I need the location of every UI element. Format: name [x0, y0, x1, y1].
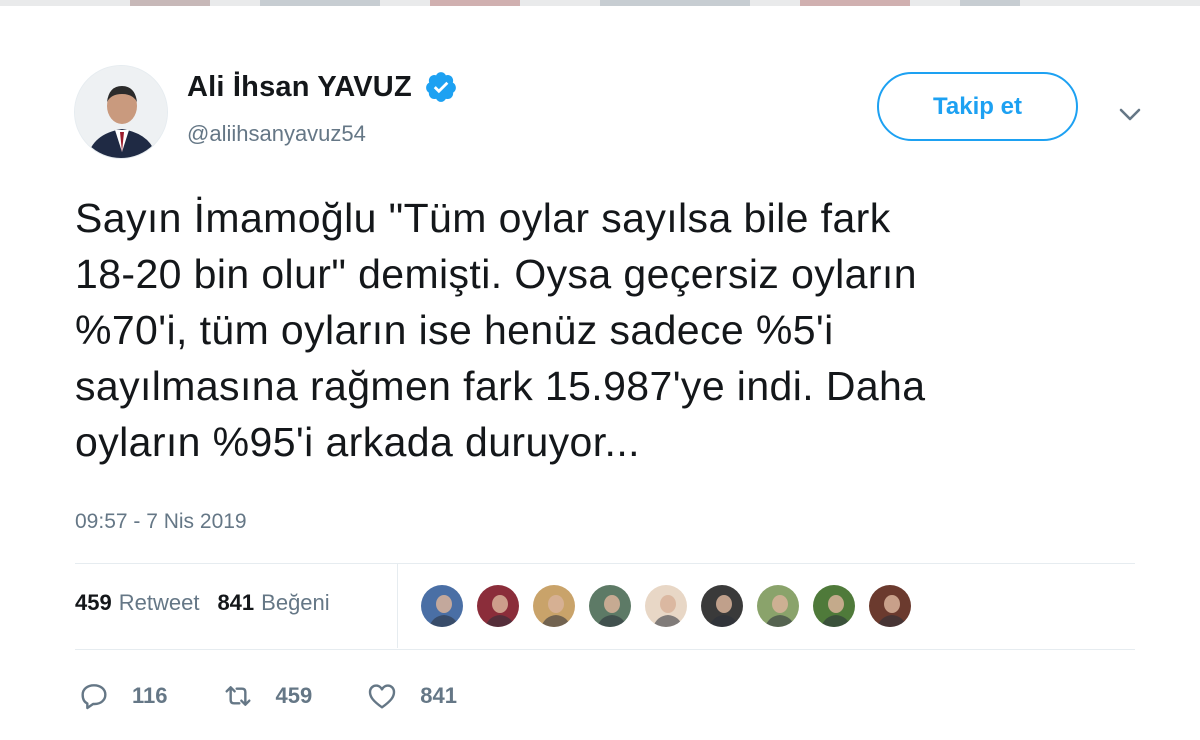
- like-count[interactable]: 841: [217, 590, 254, 616]
- reply-count: 116: [132, 683, 168, 708]
- divider: [75, 649, 1135, 650]
- tweet-timestamp[interactable]: 09:57 - 7 Nis 2019: [75, 510, 247, 534]
- tweet-text-line: 18-20 bin olur" demişti. Oysa geçersiz o…: [75, 251, 917, 297]
- profile-photo: [75, 66, 167, 158]
- top-strip-segment: [800, 0, 910, 6]
- tweet-actions: 116 459 841: [78, 680, 511, 712]
- liker-avatar[interactable]: [419, 583, 465, 629]
- liker-avatar[interactable]: [531, 583, 577, 629]
- engagement-stats: 459 Retweet 841 Beğeni: [75, 590, 330, 616]
- liker-photo: [645, 585, 687, 627]
- retweet-action-count: 459: [275, 683, 313, 708]
- avatar[interactable]: [74, 65, 168, 159]
- liker-avatars: [419, 583, 923, 629]
- liker-avatar[interactable]: [475, 583, 521, 629]
- tweet-text-line: oyların %95'i arkada duruyor...: [75, 419, 640, 465]
- retweet-icon: [224, 686, 251, 706]
- liker-avatar[interactable]: [699, 583, 745, 629]
- liker-avatar[interactable]: [811, 583, 857, 629]
- follow-button[interactable]: Takip et: [877, 72, 1078, 141]
- like-label[interactable]: Beğeni: [261, 590, 330, 616]
- top-strip-segment: [260, 0, 380, 6]
- tweet-text-line: %70'i, tüm oyların ise henüz sadece %5'i: [75, 307, 834, 353]
- top-strip-segment: [600, 0, 750, 6]
- liker-avatar[interactable]: [755, 583, 801, 629]
- heart-icon: [369, 684, 396, 709]
- tweet-text-line: Sayın İmamoğlu "Tüm oylar sayılsa bile f…: [75, 195, 891, 241]
- reply-button[interactable]: 116: [78, 680, 168, 712]
- top-strip: [0, 0, 1200, 6]
- retweet-count[interactable]: 459: [75, 590, 112, 616]
- top-strip-segment: [130, 0, 210, 6]
- liker-photo: [813, 585, 855, 627]
- tweet-text-line: sayılmasına rağmen fark 15.987'ye indi. …: [75, 363, 926, 409]
- liker-avatar[interactable]: [587, 583, 633, 629]
- top-strip-segment: [430, 0, 520, 6]
- liker-avatar[interactable]: [867, 583, 913, 629]
- liker-photo: [869, 585, 911, 627]
- top-strip-segment: [960, 0, 1020, 6]
- vertical-divider: [397, 564, 398, 648]
- divider: [75, 563, 1135, 564]
- retweet-label[interactable]: Retweet: [119, 590, 200, 616]
- liker-photo: [589, 585, 631, 627]
- like-action-count: 841: [420, 683, 457, 708]
- reply-icon: [81, 684, 107, 710]
- user-handle[interactable]: @aliihsanyavuz54: [187, 121, 366, 147]
- like-button[interactable]: 841: [366, 680, 457, 712]
- retweet-button[interactable]: 459: [222, 680, 313, 712]
- tweet-text: Sayın İmamoğlu "Tüm oylar sayılsa bile f…: [75, 190, 1155, 470]
- liker-photo: [477, 585, 519, 627]
- verified-badge-icon: [424, 70, 458, 104]
- liker-photo: [701, 585, 743, 627]
- liker-photo: [533, 585, 575, 627]
- liker-photo: [421, 585, 463, 627]
- chevron-down-icon[interactable]: [1114, 98, 1146, 130]
- liker-avatar[interactable]: [643, 583, 689, 629]
- display-name[interactable]: Ali İhsan YAVUZ: [187, 71, 412, 104]
- liker-photo: [757, 585, 799, 627]
- author-name-row: Ali İhsan YAVUZ: [187, 70, 458, 104]
